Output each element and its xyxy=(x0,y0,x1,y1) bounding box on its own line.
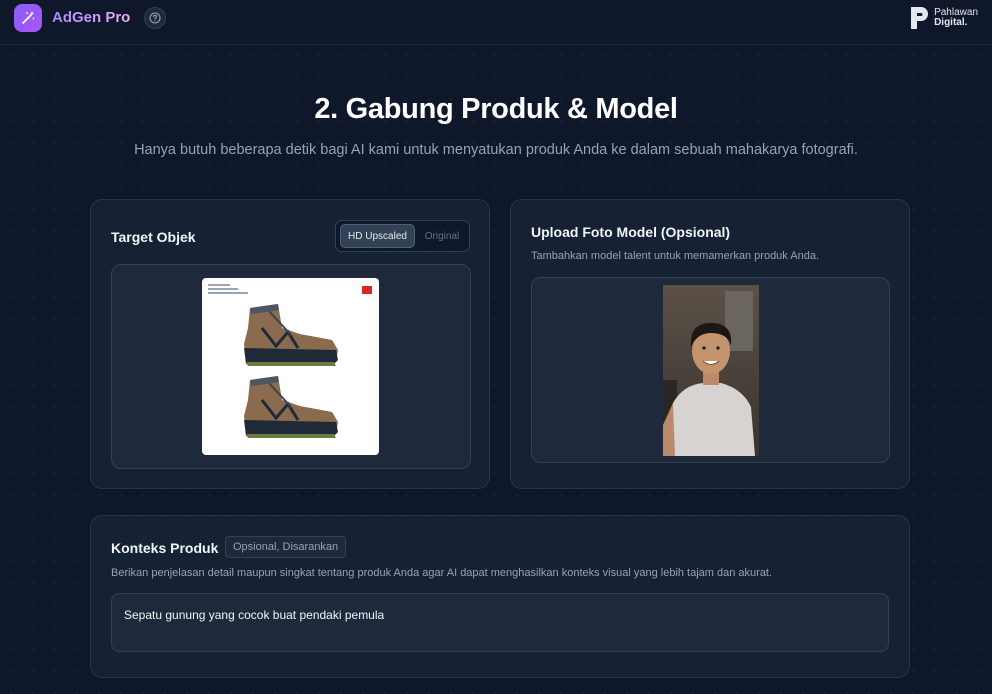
model-photo[interactable] xyxy=(663,285,759,456)
product-context-title: Konteks Produk xyxy=(111,540,219,556)
brand-logo: Pahlawan Digital. xyxy=(909,5,978,31)
model-portrait-image xyxy=(663,285,759,456)
help-circle-icon xyxy=(149,12,161,24)
help-button[interactable] xyxy=(144,7,166,29)
hiking-boots-image xyxy=(208,284,372,438)
target-object-title: Target Objek xyxy=(111,229,196,245)
model-upload-dropzone[interactable] xyxy=(531,277,890,463)
product-context-textarea[interactable]: Sepatu gunung yang cocok buat pendaki pe… xyxy=(111,593,889,652)
product-image[interactable] xyxy=(202,278,379,455)
model-upload-title: Upload Foto Model (Opsional) xyxy=(531,224,731,240)
page-title: 2. Gabung Produk & Model xyxy=(314,93,678,125)
app-title: AdGen Pro xyxy=(52,9,131,26)
page-subtitle: Hanya butuh beberapa detik bagi AI kami … xyxy=(134,142,858,158)
toggle-original[interactable]: Original xyxy=(418,224,466,248)
optional-badge: Opsional, Disarankan xyxy=(225,536,347,558)
resolution-toggle: HD Upscaled Original xyxy=(335,220,470,252)
top-bar: AdGen Pro Pahlawan Digital. xyxy=(0,0,992,45)
target-object-card: Target Objek HD Upscaled Original xyxy=(90,199,490,489)
model-upload-description: Tambahkan model talent untuk memamerkan … xyxy=(531,250,819,262)
model-upload-card: Upload Foto Model (Opsional) Tambahkan m… xyxy=(510,199,910,489)
brand-mark-icon xyxy=(911,7,929,29)
product-context-description: Berikan penjelasan detail maupun singkat… xyxy=(111,567,773,579)
magic-wand-icon xyxy=(22,11,35,24)
product-image-well xyxy=(111,264,471,469)
product-context-card: Konteks Produk Opsional, Disarankan Beri… xyxy=(90,515,910,678)
app-logo[interactable] xyxy=(14,4,42,32)
toggle-hd-upscaled[interactable]: HD Upscaled xyxy=(340,224,415,248)
brand-name-line2: Digital. xyxy=(934,17,968,28)
